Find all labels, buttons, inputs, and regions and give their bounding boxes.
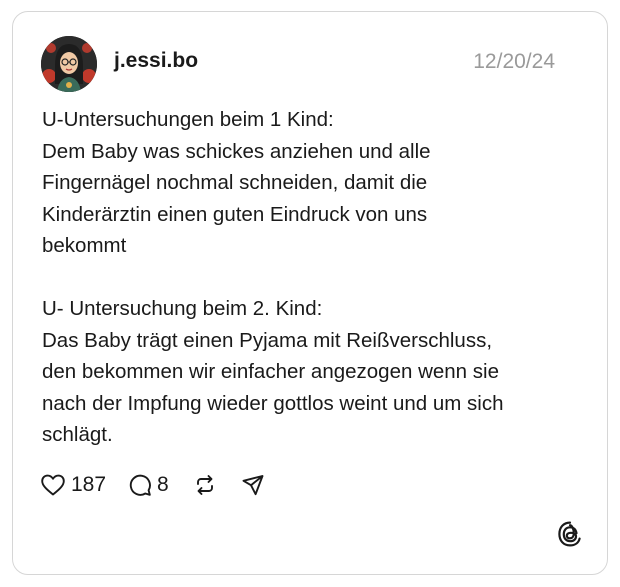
post-line: den bekommen wir einfacher angezogen wen…: [42, 360, 499, 383]
reply-count: 8: [157, 473, 169, 496]
post-date: 12/20/24: [473, 50, 555, 73]
post-line: schlägt.: [42, 423, 113, 446]
speech-bubble-icon: [129, 474, 151, 496]
like-button[interactable]: 187: [40, 473, 106, 497]
post-line: U- Untersuchung beim 2. Kind:: [42, 297, 323, 320]
post-line: Das Baby trägt einen Pyjama mit Reißvers…: [42, 328, 493, 352]
repost-button[interactable]: [193, 473, 217, 497]
avatar-illustration: [41, 36, 97, 92]
avatar[interactable]: [41, 36, 97, 92]
repost-icon: [196, 475, 213, 495]
post-line: Kinderärztin einen guten Eindruck von un…: [42, 202, 428, 226]
post-body: U-Untersuchungen beim 1 Kind: Dem Baby w…: [42, 104, 582, 451]
share-button[interactable]: [241, 473, 265, 497]
like-count: 187: [71, 473, 107, 496]
threads-logo-icon: [558, 521, 581, 547]
reply-button[interactable]: 8: [128, 473, 169, 497]
post-line: nach der Impfung wieder gottlos weint un…: [42, 391, 504, 415]
send-icon: [242, 475, 264, 496]
heart-icon: [41, 474, 65, 496]
post-line: U-Untersuchungen beim 1 Kind:: [42, 108, 334, 131]
post-line: Fingernägel nochmal schneiden, damit die: [42, 171, 428, 194]
post-line: Dem Baby was schickes anziehen und alle: [42, 139, 431, 163]
username[interactable]: j.essi.bo: [114, 49, 198, 73]
action-bar: 187 8: [40, 470, 265, 500]
post-line: bekommt: [42, 234, 127, 257]
